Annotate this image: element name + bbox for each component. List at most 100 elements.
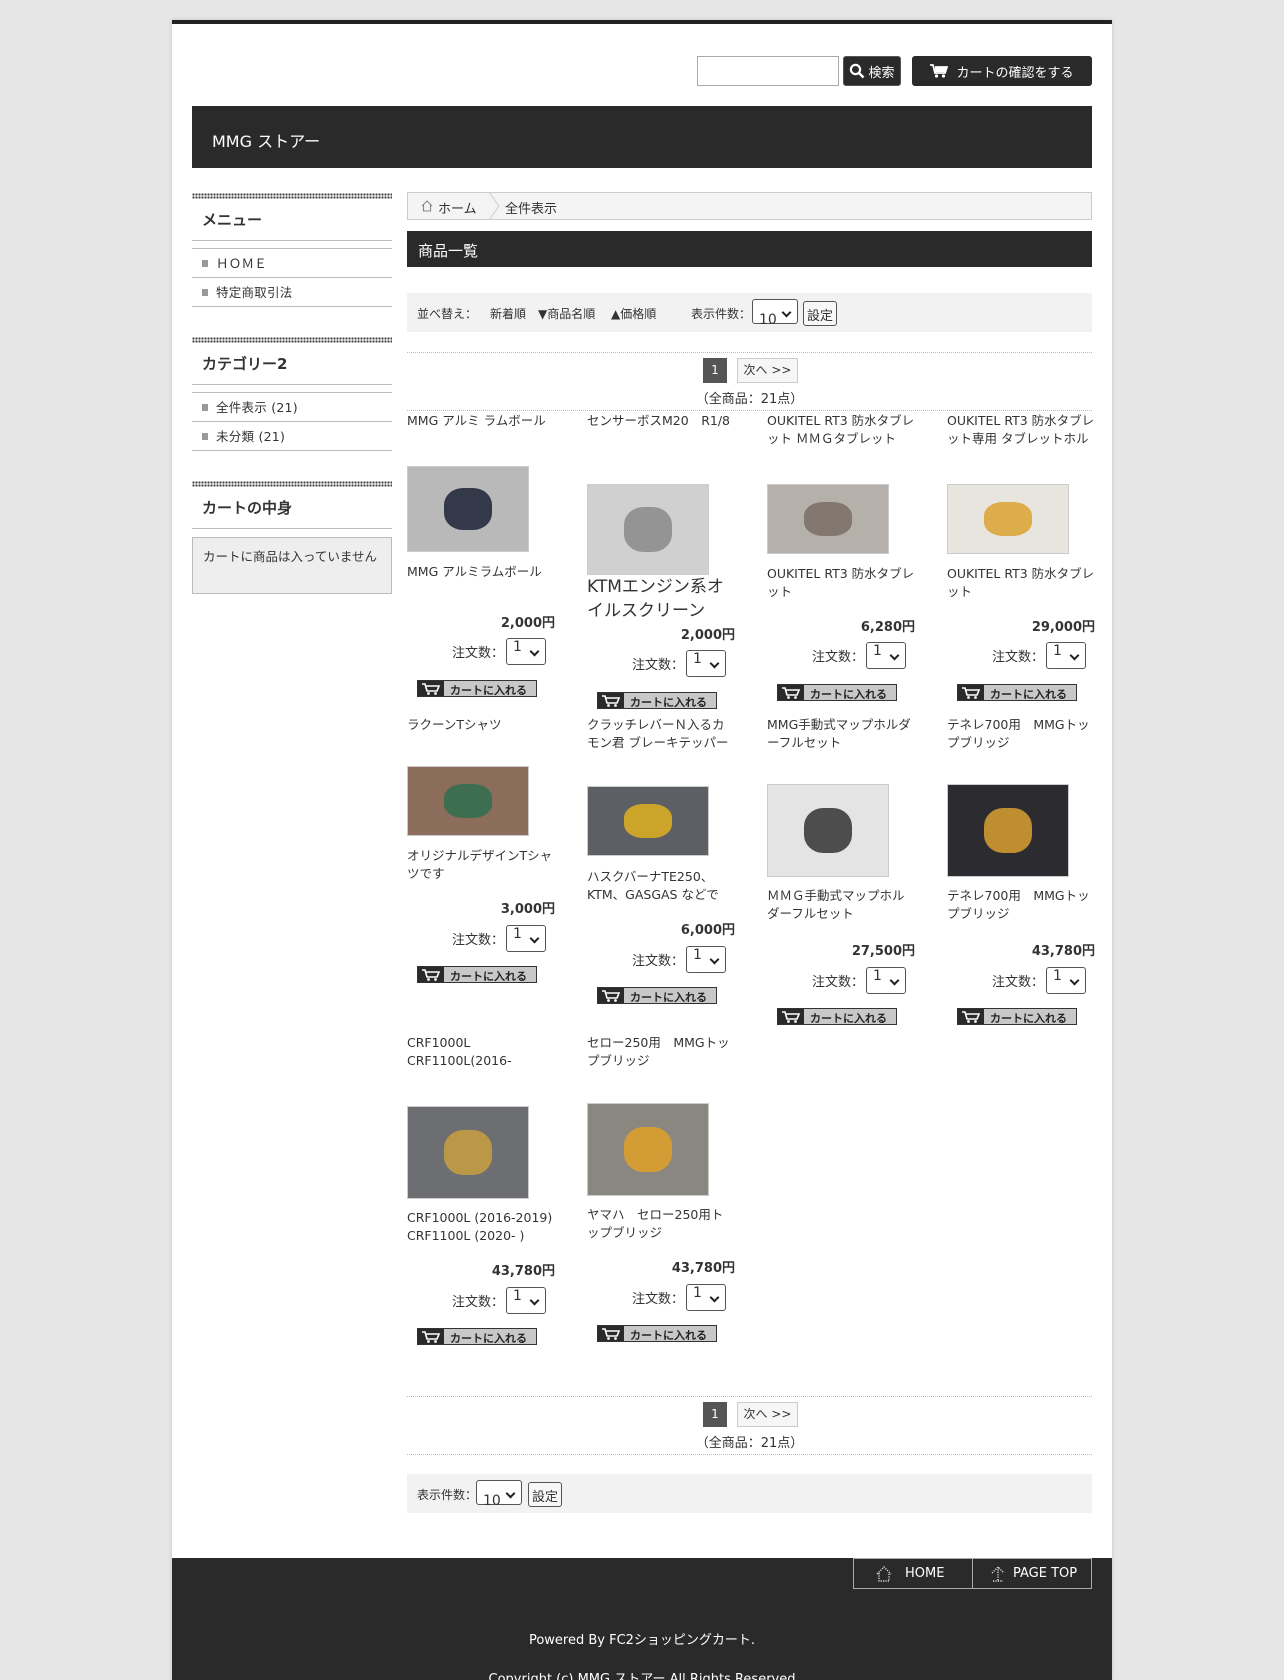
- display-count-select[interactable]: 10: [752, 299, 798, 328]
- sort-name-link[interactable]: ▼商品名順: [538, 305, 595, 322]
- product-name-link[interactable]: セロー250用 MMGトップブリッジ: [587, 1034, 735, 1070]
- display-count-set-button[interactable]: 設定: [528, 1482, 563, 1507]
- product-name-link[interactable]: テネレ700用 MMGトップブリッジ: [947, 716, 1095, 752]
- quantity-label: 注文数：: [812, 975, 865, 990]
- product-image-subject: [984, 807, 1032, 854]
- product-name-link[interactable]: MMG アルミ ラムボール: [407, 412, 555, 448]
- sidebar-item-home[interactable]: ＨＯＭＥ: [192, 249, 392, 278]
- quantity-select[interactable]: 1: [506, 638, 546, 665]
- product-name-link[interactable]: センサーボスM20 R1/8: [587, 412, 735, 448]
- product-description: オリジナルデザインTシャツです: [407, 848, 553, 881]
- product-description: テネレ700用 MMGトップブリッジ: [947, 888, 1090, 921]
- add-to-cart-button[interactable]: カートに入れる: [417, 1328, 537, 1345]
- product-name-link[interactable]: OUKITEL RT3 防水タブレット専用 タブレットホルダー: [947, 412, 1095, 448]
- shop-name-link[interactable]: MMG ストアー: [212, 128, 320, 152]
- product-thumbnail[interactable]: [407, 1106, 529, 1199]
- product-price: 43,780円: [1031, 944, 1095, 959]
- product-price: 2,000円: [680, 628, 735, 643]
- sidebar-categories: カテゴリー2 全件表示 (21) 未分類 (21): [192, 337, 392, 451]
- sort-price-link[interactable]: ▲価格順: [611, 305, 656, 322]
- quantity-select[interactable]: 1: [866, 967, 906, 994]
- fc2-cart-link[interactable]: FC2ショッピングカート: [609, 1633, 751, 1648]
- quantity-value: 1: [693, 651, 702, 667]
- quantity-select[interactable]: 1: [866, 642, 906, 669]
- product-card: CRF1000L CRF1100L(2016- 2020-) MMGトップブリッ…: [407, 1034, 555, 1348]
- product-name-link[interactable]: MMG手動式マップホルダーフルセット: [767, 716, 915, 752]
- product-thumbnail[interactable]: [407, 766, 529, 836]
- product-card: セロー250用 MMGトップブリッジ ヤマハ セロー250用トップブリッジ 43,7…: [587, 1034, 735, 1345]
- product-name-link[interactable]: OUKITEL RT3 防水タブレット ＭＭＧタブレット: [767, 412, 915, 448]
- footer-pagetop-label: PAGE TOP: [1013, 1566, 1078, 1581]
- sidebar-item-label[interactable]: 未分類 (21): [216, 429, 285, 444]
- add-to-cart-button[interactable]: カートに入れる: [597, 1325, 717, 1342]
- sidebar-item-tokutei[interactable]: 特定商取引法: [192, 278, 392, 307]
- sidebar-item-label[interactable]: ＨＯＭＥ: [216, 256, 267, 271]
- add-to-cart-button[interactable]: カートに入れる: [597, 692, 717, 709]
- add-to-cart-button[interactable]: カートに入れる: [417, 680, 537, 697]
- product-description: KTMエンジン系オイルスクリーン: [587, 577, 724, 621]
- cart-icon: [958, 685, 984, 700]
- search-button[interactable]: 検索: [843, 56, 901, 86]
- product-price: 29,000円: [1031, 620, 1095, 635]
- quantity-select[interactable]: 1: [506, 1287, 546, 1314]
- product-thumbnail[interactable]: [767, 784, 889, 877]
- product-thumbnail[interactable]: [407, 466, 529, 552]
- quantity-label: 注文数：: [632, 954, 685, 969]
- product-description: ハスクバーナTE250、KTM、GASGAS などで: [587, 869, 719, 902]
- product-name-link[interactable]: ラクーンTシャツ: [407, 716, 555, 752]
- sidebar-item-uncategorized[interactable]: 未分類 (21): [192, 422, 392, 451]
- sidebar-item-all[interactable]: 全件表示 (21): [192, 393, 392, 422]
- add-to-cart-label: カートに入れる: [810, 1012, 887, 1025]
- product-thumbnail[interactable]: [767, 484, 889, 554]
- quantity-value: 1: [513, 926, 522, 942]
- product-image-subject: [624, 1126, 672, 1173]
- display-count-set-button[interactable]: 設定: [803, 301, 838, 326]
- breadcrumb-home-link[interactable]: ホーム: [438, 198, 477, 217]
- quantity-value: 1: [873, 968, 882, 984]
- add-to-cart-button[interactable]: カートに入れる: [417, 966, 537, 983]
- quantity-select[interactable]: 1: [686, 650, 726, 677]
- quantity-select[interactable]: 1: [686, 1284, 726, 1311]
- product-thumbnail[interactable]: [587, 786, 709, 856]
- quantity-select[interactable]: 1: [1046, 967, 1086, 994]
- quantity-select[interactable]: 1: [506, 925, 546, 952]
- add-to-cart-button[interactable]: カートに入れる: [777, 1008, 897, 1025]
- add-to-cart-button[interactable]: カートに入れる: [777, 684, 897, 701]
- next-page-button[interactable]: 次へ >>: [737, 1402, 798, 1427]
- add-to-cart-label: カートに入れる: [990, 688, 1067, 701]
- product-thumbnail[interactable]: [587, 1103, 709, 1196]
- quantity-select[interactable]: 1: [1046, 642, 1086, 669]
- display-count-select[interactable]: 10: [476, 1480, 522, 1509]
- quantity-value: 1: [693, 947, 702, 963]
- footer-home-button[interactable]: HOME: [853, 1558, 973, 1589]
- add-to-cart-button[interactable]: カートに入れる: [957, 684, 1077, 701]
- product-thumbnail[interactable]: [947, 484, 1069, 554]
- page-number-current: 1: [703, 358, 727, 383]
- sidebar-item-label[interactable]: 全件表示 (21): [216, 400, 298, 415]
- product-image-subject: [624, 507, 672, 552]
- product-price: 43,780円: [491, 1264, 555, 1279]
- quantity-value: 1: [1053, 968, 1062, 984]
- search-icon: [850, 63, 865, 79]
- product-thumbnail[interactable]: [947, 784, 1069, 877]
- product-thumbnail[interactable]: [587, 484, 709, 575]
- cart-icon: [778, 685, 804, 700]
- cart-check-button[interactable]: カートの確認をする: [912, 56, 1092, 86]
- add-to-cart-button[interactable]: カートに入れる: [597, 987, 717, 1004]
- product-name-link[interactable]: CRF1000L CRF1100L(2016- 2020-) MMGトップブリッ…: [407, 1034, 555, 1070]
- quantity-select[interactable]: 1: [686, 946, 726, 973]
- quantity-value: 1: [513, 1288, 522, 1304]
- quantity-label: 注文数：: [632, 658, 685, 673]
- add-to-cart-button[interactable]: カートに入れる: [957, 1008, 1077, 1025]
- pagination-top: 1 次へ >> （全商品：21点）: [407, 358, 1092, 408]
- search-input[interactable]: [697, 56, 839, 86]
- cart-icon: [598, 1326, 624, 1341]
- next-page-button[interactable]: 次へ >>: [737, 358, 798, 383]
- search-button-label: 検索: [868, 65, 895, 81]
- cart-empty-message: カートに商品は入っていません: [192, 537, 392, 594]
- sidebar-item-label[interactable]: 特定商取引法: [216, 285, 293, 300]
- sort-new-link[interactable]: 新着順: [490, 305, 526, 322]
- footer-pagetop-button[interactable]: PAGE TOP: [972, 1558, 1092, 1589]
- product-name-link[interactable]: クラッチレバーＮ入るカモン君 ブレーキテッパー: [587, 716, 735, 752]
- product-price: 6,000円: [680, 923, 735, 938]
